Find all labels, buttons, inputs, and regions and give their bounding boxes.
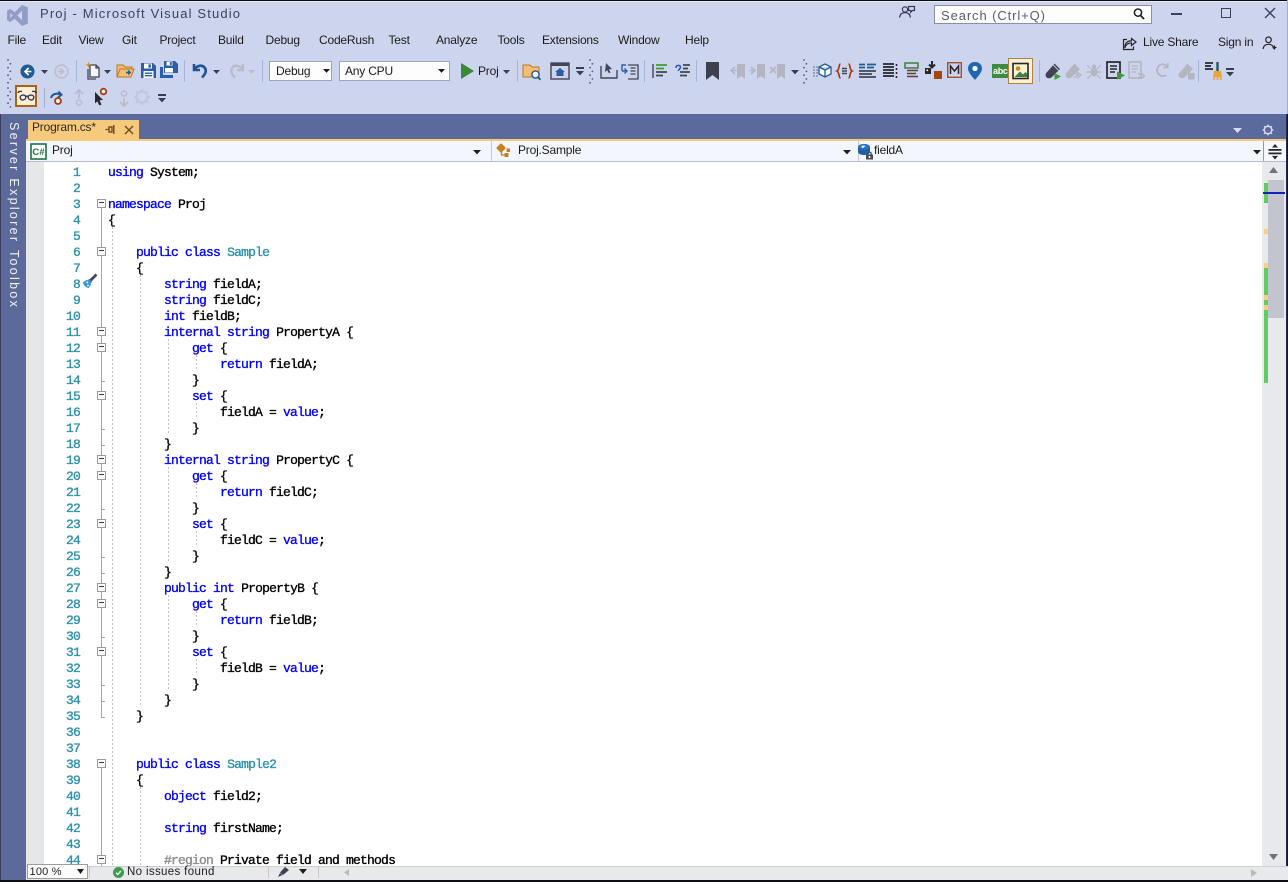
svg-text:C#: C# [32,147,45,158]
